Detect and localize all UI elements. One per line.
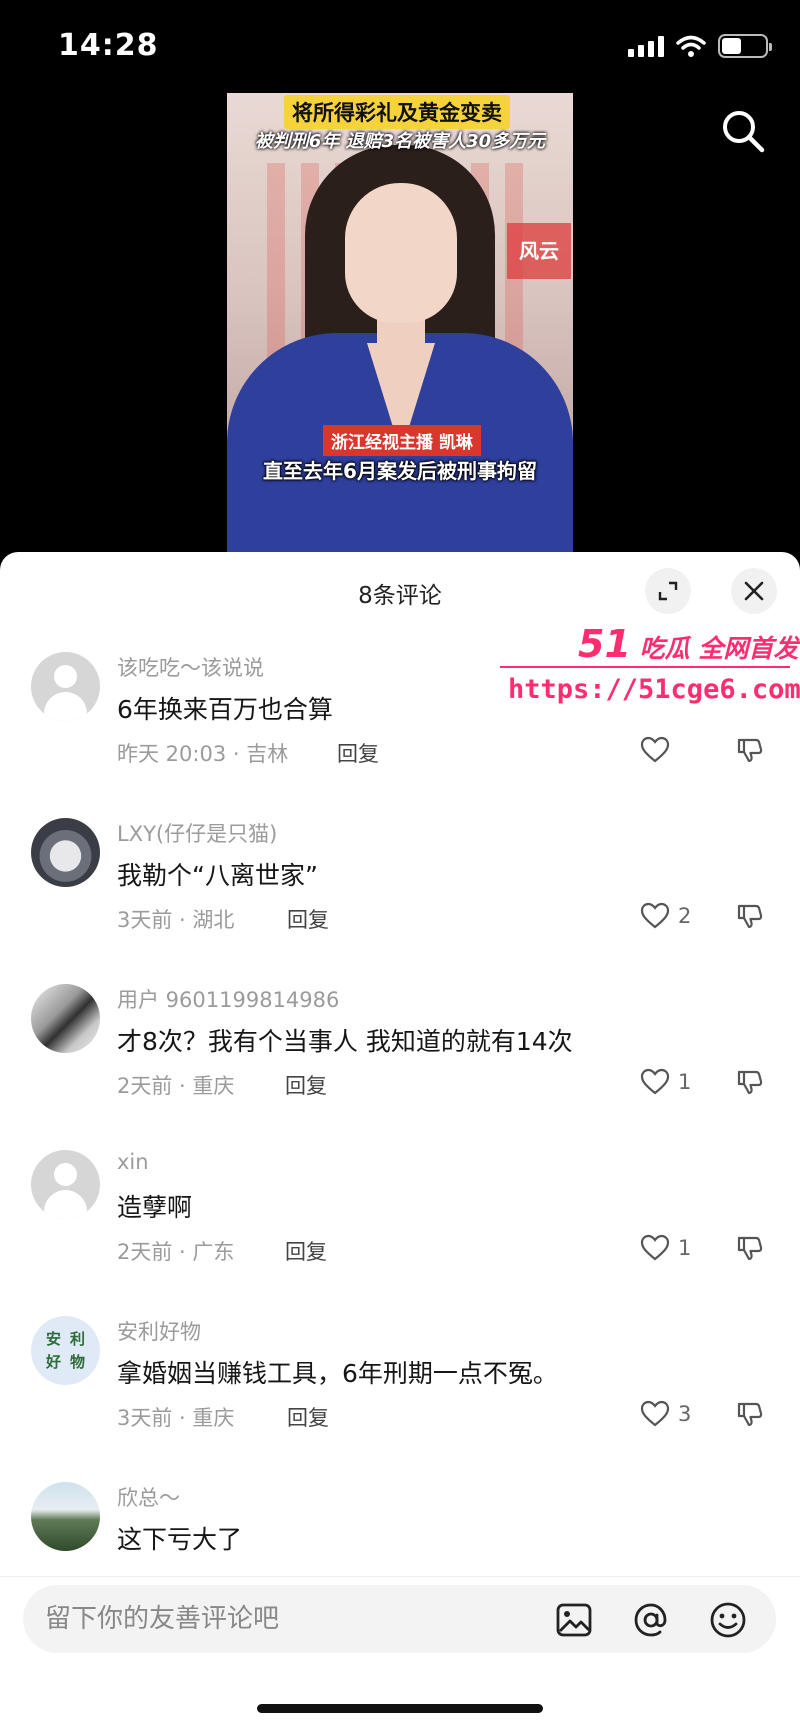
- comment-item: 欣总～ 这下亏大了: [0, 1482, 800, 1576]
- channel-logo: 风云: [507, 223, 571, 279]
- image-button[interactable]: [555, 1601, 593, 1639]
- expand-icon: [658, 581, 678, 601]
- avatar[interactable]: [31, 652, 100, 721]
- at-icon: [634, 1603, 667, 1637]
- reply-button[interactable]: 回复: [285, 1070, 327, 1100]
- like-button[interactable]: 1: [640, 1068, 691, 1096]
- comment-input-box: [23, 1585, 776, 1653]
- status-bar: 14:28: [0, 0, 800, 95]
- close-button[interactable]: [731, 568, 777, 614]
- thumbs-down-icon: [737, 1236, 763, 1261]
- avatar-char: 利: [69, 1330, 85, 1349]
- reply-button[interactable]: 回复: [285, 1236, 327, 1266]
- comment-text: 才8次？我有个当事人 我知道的就有14次: [117, 1027, 573, 1056]
- dislike-button[interactable]: [736, 1400, 764, 1432]
- video-caption-bottom: 直至去年6月案发后被刑事拘留: [263, 459, 537, 483]
- like-button[interactable]: 1: [640, 1234, 691, 1262]
- like-count: 1: [678, 1070, 692, 1094]
- avatar-char: 物: [69, 1352, 85, 1371]
- video-caption-subtitle: 被判刑6年 退赔3名被害人30多万元: [254, 131, 546, 152]
- comment-username[interactable]: 欣总～: [117, 1482, 180, 1512]
- wifi-icon: [676, 35, 706, 57]
- thumbs-down-icon: [737, 1070, 763, 1095]
- comment-meta: 3天前 · 湖北: [117, 908, 235, 932]
- search-icon: [723, 111, 765, 153]
- heart-icon: [640, 736, 670, 763]
- watermark-brand: 51: [578, 622, 631, 666]
- site-watermark: 51 吃瓜 全网首发 https://51cge6.com: [500, 622, 800, 712]
- dislike-button[interactable]: [736, 902, 764, 934]
- image-icon: [556, 1603, 592, 1637]
- battery-icon: [718, 34, 772, 58]
- expand-button[interactable]: [645, 568, 691, 614]
- status-time: 14:28: [58, 28, 159, 63]
- like-count: 1: [678, 1236, 692, 1260]
- emoji-button[interactable]: [709, 1601, 747, 1639]
- comment-username[interactable]: 用户 9601199814986: [117, 984, 339, 1014]
- video-player[interactable]: 风云 将所得彩礼及黄金变卖 被判刑6年 退赔3名被害人30多万元 浙江经视主播 …: [227, 93, 573, 553]
- reply-button[interactable]: 回复: [287, 1402, 329, 1432]
- comment-username[interactable]: 安利好物: [117, 1316, 201, 1346]
- comment-text: 拿婚姻当赚钱工具，6年刑期一点不冤。: [117, 1359, 558, 1388]
- like-button[interactable]: 3: [640, 1400, 691, 1428]
- watermark-url: https://51cge6.com: [508, 674, 800, 705]
- comments-sheet: 8条评论 该吃吃～该说说 6年换来百万也合算 昨天 20:03 · 吉林 回复 …: [0, 552, 800, 1731]
- comment-meta: 3天前 · 重庆: [117, 1406, 235, 1430]
- comment-input[interactable]: [45, 1585, 525, 1653]
- dislike-button[interactable]: [736, 1234, 764, 1266]
- comment-item: LXY(仔仔是只猫) 我勒个“八离世家” 3天前 · 湖北 回复 2: [0, 818, 800, 984]
- close-icon: [744, 581, 764, 601]
- comment-username[interactable]: xin: [117, 1150, 149, 1174]
- watermark-divider: [500, 666, 790, 668]
- like-button[interactable]: 2: [640, 902, 691, 930]
- comment-text: 造孽啊: [117, 1193, 193, 1222]
- home-indicator[interactable]: [257, 1704, 543, 1713]
- heart-icon: [640, 1234, 670, 1261]
- watermark-brand-row: 51 吃瓜 全网首发: [578, 622, 798, 666]
- thumbs-down-icon: [737, 1402, 763, 1427]
- comment-item: 安 利 好 物 安利好物 拿婚姻当赚钱工具，6年刑期一点不冤。 3天前 · 重庆…: [0, 1316, 800, 1482]
- comment-meta: 2天前 · 广东: [117, 1240, 235, 1264]
- avatar[interactable]: [31, 1482, 100, 1551]
- heart-icon: [640, 902, 670, 929]
- avatar-char: 好: [45, 1352, 61, 1371]
- reply-button[interactable]: 回复: [287, 904, 329, 934]
- cellular-signal-icon: [628, 35, 664, 57]
- anchor-name-tag: 浙江经视主播 凯琳: [323, 425, 481, 456]
- search-button[interactable]: [720, 108, 770, 158]
- avatar[interactable]: [31, 984, 100, 1053]
- thumbs-down-icon: [737, 738, 763, 763]
- watermark-slogan: 吃瓜 全网首发: [639, 634, 799, 663]
- mention-button[interactable]: [632, 1601, 670, 1639]
- status-icons: [628, 34, 772, 58]
- comment-text: 6年换来百万也合算: [117, 695, 333, 724]
- avatar[interactable]: [31, 818, 100, 887]
- comment-username[interactable]: 该吃吃～该说说: [117, 652, 264, 682]
- anchor-face: [345, 183, 457, 323]
- comment-meta: 2天前 · 重庆: [117, 1074, 235, 1098]
- comment-item: xin 造孽啊 2天前 · 广东 回复 1: [0, 1150, 800, 1316]
- dislike-button[interactable]: [736, 1068, 764, 1100]
- comment-text: 我勒个“八离世家”: [117, 861, 318, 890]
- comment-meta: 昨天 20:03 · 吉林: [117, 742, 289, 766]
- heart-icon: [640, 1068, 670, 1095]
- video-caption-top: 将所得彩礼及黄金变卖: [284, 95, 510, 129]
- reply-button[interactable]: 回复: [337, 738, 379, 768]
- comment-text: 这下亏大了: [117, 1525, 243, 1554]
- heart-icon: [640, 1400, 670, 1427]
- like-count: 3: [678, 1402, 692, 1426]
- dislike-button[interactable]: [736, 736, 764, 768]
- like-button[interactable]: [640, 736, 678, 764]
- avatar[interactable]: [31, 1150, 100, 1219]
- emoji-icon: [710, 1602, 746, 1638]
- like-count: 2: [678, 904, 692, 928]
- comment-input-bar: [0, 1576, 800, 1686]
- comment-username[interactable]: LXY(仔仔是只猫): [117, 818, 277, 848]
- comment-item: 用户 9601199814986 才8次？我有个当事人 我知道的就有14次 2天…: [0, 984, 800, 1150]
- avatar-char: 安: [45, 1330, 61, 1349]
- thumbs-down-icon: [737, 904, 763, 929]
- avatar[interactable]: 安 利 好 物: [31, 1316, 100, 1385]
